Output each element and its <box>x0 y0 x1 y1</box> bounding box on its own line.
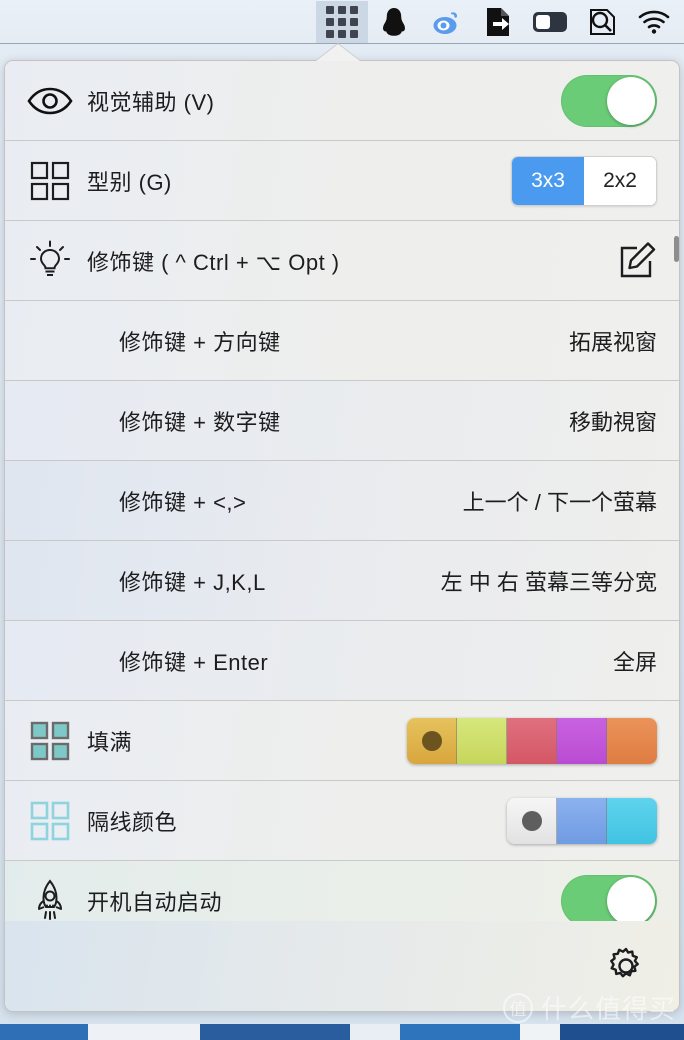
settings-popover: 视觉辅助 (V) 型别 (G) 3x3 2x2 修饰键 (^ Ctrl + ⌥… <box>4 60 680 1012</box>
qq-penguin-icon <box>383 7 405 36</box>
row-label-modifier-anglebrackets: 修饰键 + <,> <box>119 489 247 515</box>
row-control-divider-color <box>507 797 657 844</box>
grid-outline-icon-wrap <box>23 799 77 843</box>
watermark-text: 什么值得买 <box>540 994 676 1024</box>
fill-swatch-2[interactable] <box>507 717 557 764</box>
popover-arrow <box>316 44 360 61</box>
grid-filled-icon <box>30 721 70 760</box>
gear-icon[interactable] <box>607 947 645 985</box>
divider-swatch-0[interactable] <box>507 797 557 844</box>
menubar-item-display-toggle[interactable] <box>524 1 576 43</box>
row-modifier-arrow[interactable]: 修饰键 + 方向键 拓展视窗 <box>5 301 679 381</box>
fill-color-swatches[interactable] <box>407 717 657 764</box>
row-label-visual-assist: 视觉辅助 (V) <box>87 89 215 115</box>
row-label-modifier-enter: 修饰键 + Enter <box>119 649 269 675</box>
row-control-launch-at-login <box>561 874 657 927</box>
menubar-item-weibo[interactable] <box>420 1 472 43</box>
row-value-modifier-arrow: 拓展视窗 <box>568 329 657 355</box>
row-label-grid-type: 型别 (G) <box>87 169 172 195</box>
lightbulb-icon-wrap <box>23 239 77 283</box>
menubar-item-wifi[interactable] <box>628 1 680 43</box>
row-value-modifier-jkl: 左 中 右 萤幕三等分宽 <box>440 569 657 595</box>
menubar-item-search[interactable] <box>576 1 628 43</box>
toggle-knob <box>607 76 655 125</box>
segment-2x2[interactable]: 2x2 <box>584 156 656 205</box>
divider-swatch-1[interactable] <box>557 797 607 844</box>
eye-icon-wrap <box>23 79 77 123</box>
row-label-launch-at-login: 开机自动启动 <box>87 889 223 915</box>
segment-3x3[interactable]: 3x3 <box>512 156 584 205</box>
menubar-item-qq[interactable] <box>368 1 420 43</box>
divider-color-swatches[interactable] <box>507 797 657 844</box>
row-control-grid-type: 3x3 2x2 <box>511 155 657 206</box>
row-value-modifier-number: 移動視窗 <box>568 409 657 435</box>
screen: 视觉辅助 (V) 型别 (G) 3x3 2x2 修饰键 (^ Ctrl + ⌥… <box>0 0 684 1040</box>
document-export-icon <box>487 7 509 36</box>
row-modifier-jkl[interactable]: 修饰键 + J,K,L 左 中 右 萤幕三等分宽 <box>5 541 679 621</box>
launch-at-login-toggle[interactable] <box>561 874 657 927</box>
selected-dot <box>421 730 442 751</box>
row-divider-color[interactable]: 隔线颜色 <box>5 781 679 861</box>
divider-swatch-2[interactable] <box>607 797 657 844</box>
row-label-modifier-jkl: 修饰键 + J,K,L <box>119 569 266 595</box>
panel-scrollbar[interactable] <box>674 236 679 262</box>
search-icon <box>590 8 615 35</box>
row-modifier-enter[interactable]: 修饰键 + Enter 全屏 <box>5 621 679 701</box>
edit-icon[interactable] <box>617 241 657 281</box>
row-modifier-anglebrackets[interactable]: 修饰键 + <,> 上一个 / 下一个萤幕 <box>5 461 679 541</box>
grid-type-segmented-control[interactable]: 3x3 2x2 <box>511 155 657 206</box>
grid-filled-icon-wrap <box>23 719 77 763</box>
watermark-badge: 值 <box>502 992 533 1023</box>
weibo-icon <box>433 11 458 34</box>
grid-outline-icon <box>30 801 70 840</box>
row-icon-placeholder <box>23 319 77 363</box>
menubar-item-document-export[interactable] <box>472 1 524 43</box>
row-control-modifier-keys <box>617 241 657 281</box>
grid-icon <box>326 5 358 38</box>
fill-swatch-0[interactable] <box>407 717 457 764</box>
row-value-modifier-enter: 全屏 <box>612 649 657 675</box>
row-icon-placeholder <box>23 639 77 683</box>
fill-swatch-4[interactable] <box>607 717 657 764</box>
row-visual-assist[interactable]: 视觉辅助 (V) <box>5 61 679 141</box>
menu-bar <box>0 0 684 44</box>
grid-2x2-icon-wrap <box>23 159 77 203</box>
row-value-modifier-anglebrackets: 上一个 / 下一个萤幕 <box>462 489 657 515</box>
row-label-divider-color: 隔线颜色 <box>87 809 178 835</box>
visual-assist-toggle[interactable] <box>561 74 657 127</box>
wifi-icon <box>638 10 670 34</box>
row-icon-placeholder <box>23 559 77 603</box>
eye-icon <box>27 87 73 114</box>
fill-swatch-1[interactable] <box>457 717 507 764</box>
row-label-modifier-number: 修饰键 + 数字键 <box>119 409 281 435</box>
row-control-visual-assist <box>561 74 657 127</box>
row-fill-color[interactable]: 填满 <box>5 701 679 781</box>
toggle-knob <box>607 876 655 925</box>
selected-dot <box>521 810 542 831</box>
menubar-item-grid-icon[interactable] <box>316 0 368 43</box>
row-label-modifier-keys: 修饰键 ( ^ Ctrl + ⌥ Opt ) <box>87 249 340 275</box>
site-watermark: 值 什么值得买 <box>502 989 676 1026</box>
rocket-icon <box>38 878 62 920</box>
lightbulb-icon <box>30 240 70 276</box>
row-grid-type[interactable]: 型别 (G) 3x3 2x2 <box>5 141 679 221</box>
row-modifier-number[interactable]: 修饰键 + 数字键 移動視窗 <box>5 381 679 461</box>
grid-2x2-icon <box>30 161 70 200</box>
row-icon-placeholder <box>23 479 77 523</box>
rocket-icon-wrap <box>23 878 77 923</box>
row-label-modifier-arrow: 修饰键 + 方向键 <box>119 329 281 355</box>
fill-swatch-3[interactable] <box>557 717 607 764</box>
row-modifier-keys[interactable]: 修饰键 ( ^ Ctrl + ⌥ Opt ) <box>5 221 679 301</box>
display-toggle-icon <box>533 11 567 32</box>
row-control-fill-color <box>407 717 657 764</box>
row-label-fill-color: 填满 <box>87 729 133 755</box>
row-icon-placeholder <box>23 399 77 443</box>
